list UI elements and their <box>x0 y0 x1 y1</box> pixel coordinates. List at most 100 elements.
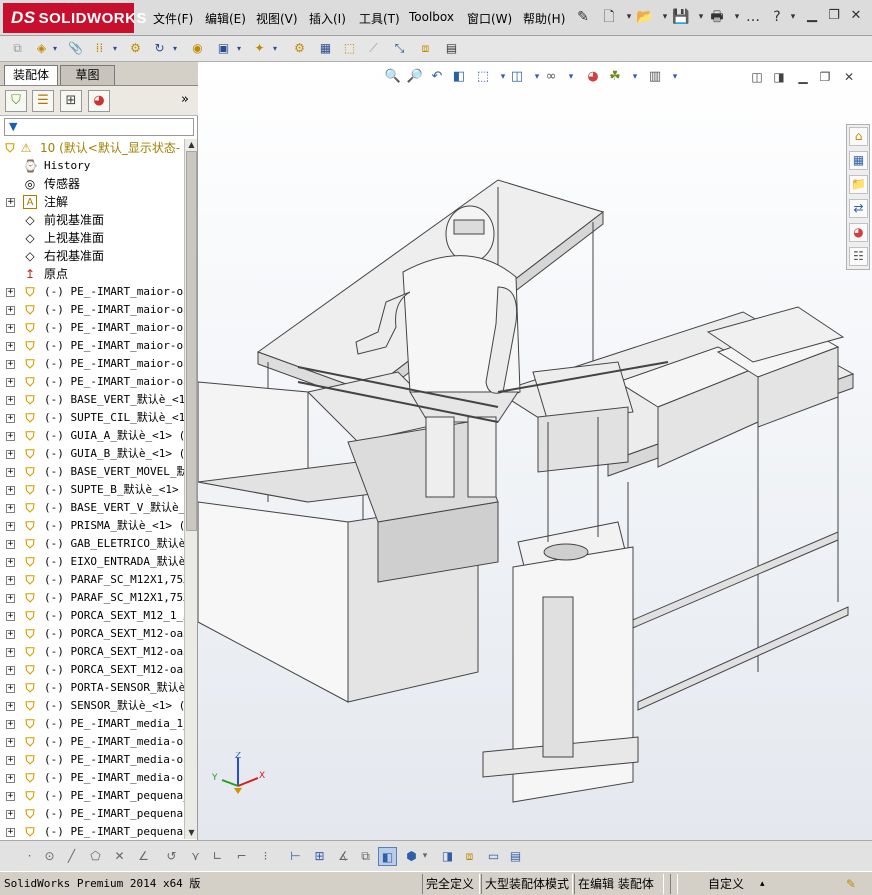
more-icon[interactable]: … <box>744 8 762 26</box>
expand-plus-icon[interactable]: + <box>6 306 15 315</box>
tree-component-row[interactable]: + ⛉ (-) PORCA_SEXT_M12-oa31 <box>0 625 184 643</box>
close-icon[interactable]: ✕ <box>848 8 864 24</box>
expand-plus-icon[interactable]: + <box>6 504 15 513</box>
mate-icon[interactable]: 📎 <box>66 39 85 58</box>
expand-plus-icon[interactable]: + <box>6 612 15 621</box>
apply-scene-icon[interactable]: ☘ <box>606 68 624 86</box>
interference-detection-icon[interactable]: ⤡ <box>390 39 409 58</box>
new-document-icon[interactable]: 🗋 <box>600 8 618 26</box>
move-component-icon[interactable]: ↻ <box>150 39 169 58</box>
tree-component-row[interactable]: + ⛉ (-) PE_-IMART_pequena_1 <box>0 787 184 805</box>
previous-view-icon[interactable]: ↶ <box>428 68 446 86</box>
home-icon[interactable]: ⌂ <box>849 127 868 146</box>
expand-plus-icon[interactable]: + <box>6 720 15 729</box>
expand-arrow-icon[interactable]: » <box>174 90 196 112</box>
tree-filter-input[interactable]: ▼ <box>4 118 194 136</box>
property-manager-icon[interactable]: ☰ <box>32 90 54 112</box>
tree-component-row[interactable]: + ⛉ (-) PE_-IMART_media-oa3 <box>0 733 184 751</box>
components-icon[interactable]: ⧈ <box>460 847 479 866</box>
display-style-icon[interactable]: ◫ <box>508 68 526 86</box>
tree-component-row[interactable]: + ⛉ (-) PE_-IMART_pequena-o <box>0 823 184 839</box>
appearances-icon[interactable]: ◕ <box>849 223 868 242</box>
view-settings-icon[interactable]: ▥ <box>646 68 664 86</box>
menu-insert[interactable]: 插入(I) <box>309 10 346 27</box>
status-large-assembly-mode[interactable]: 大型装配体模式 <box>485 876 569 892</box>
two-view-icon[interactable]: ▤ <box>506 847 525 866</box>
expand-plus-icon[interactable]: + <box>6 486 15 495</box>
menu-tools[interactable]: 工具(T) <box>359 10 400 27</box>
design-library-icon[interactable]: ▦ <box>849 151 868 170</box>
expand-plus-icon[interactable]: + <box>6 396 15 405</box>
bill-of-materials-icon[interactable]: ▦ <box>316 39 335 58</box>
zoom-to-fit-icon[interactable]: 🔍 <box>384 68 402 86</box>
menu-toolbox[interactable]: Toolbox <box>409 10 454 24</box>
tree-component-row[interactable]: + ⛉ (-) PE_-IMART_maior-oa2 <box>0 301 184 319</box>
expand-plus-icon[interactable]: + <box>6 378 15 387</box>
viewport-tile-icon[interactable]: ◫ <box>750 70 764 84</box>
tree-component-row[interactable]: + ⛉ (-) PE_-IMART_maior-oa2 <box>0 283 184 301</box>
explode-line-sketch-icon[interactable]: ⟋ <box>364 39 383 58</box>
scrollbar-thumb[interactable] <box>186 151 197 531</box>
chevron-down-icon[interactable]: ▾ <box>234 39 244 58</box>
viewport-close-icon[interactable]: ✕ <box>842 70 856 84</box>
print-icon[interactable]: 🖶 <box>708 8 726 26</box>
tree-feature-row[interactable]: ◇ 前视基准面 <box>0 211 184 229</box>
units-chevron-up-icon[interactable]: ▴ <box>760 876 765 892</box>
chevron-down-icon[interactable]: ▾ <box>270 39 280 58</box>
tree-component-row[interactable]: + ⛉ (-) GAB_ELETRICO_默认è_ <box>0 535 184 553</box>
new-motion-study-icon[interactable]: ⚙ <box>290 39 309 58</box>
show-hidden-icon[interactable]: ◉ <box>188 39 207 58</box>
expand-plus-icon[interactable]: + <box>6 576 15 585</box>
tree-component-row[interactable]: + ⛉ (-) PRISMA_默认è_<1> (默 <box>0 517 184 535</box>
chevron-down-icon[interactable]: ▾ <box>626 68 644 86</box>
expand-plus-icon[interactable]: + <box>6 342 15 351</box>
expand-plus-icon[interactable]: + <box>6 468 15 477</box>
menu-view[interactable]: 视图(V) <box>256 10 298 27</box>
configuration-manager-icon[interactable]: ⊞ <box>60 90 82 112</box>
expand-plus-icon[interactable]: + <box>6 774 15 783</box>
smart-fasteners-icon[interactable]: ⚙ <box>126 39 145 58</box>
expand-plus-icon[interactable]: + <box>6 810 15 819</box>
expand-plus-icon[interactable]: + <box>6 288 15 297</box>
menu-edit[interactable]: 编辑(E) <box>205 10 246 27</box>
tree-component-row[interactable]: + ⛉ (-) PARAF_SC_M12X1,75X6 <box>0 571 184 589</box>
file-explorer-icon[interactable]: 📁 <box>849 175 868 194</box>
single-view-icon[interactable]: ▭ <box>484 847 503 866</box>
assembly-features-icon[interactable]: ▣ <box>214 39 233 58</box>
tree-component-row[interactable]: + ⛉ (-) PORTA-SENSOR_默认è_ <box>0 679 184 697</box>
expand-plus-icon[interactable]: + <box>6 594 15 603</box>
tree-component-row[interactable]: + ⛉ (-) BASE_VERT_MOVEL_默认 <box>0 463 184 481</box>
mirror-icon[interactable]: ⋎ <box>186 847 205 866</box>
expand-plus-icon[interactable]: + <box>6 360 15 369</box>
tree-component-row[interactable]: + ⛉ (-) EIXO_ENTRADA_默认è_ <box>0 553 184 571</box>
tree-feature-row[interactable]: ◇ 右视基准面 <box>0 247 184 265</box>
expand-plus-icon[interactable]: + <box>6 828 15 837</box>
insert-components-icon[interactable]: ⧉ <box>8 39 27 58</box>
tree-component-row[interactable]: + ⛉ (-) PARAF_SC_M12X1,75X6 <box>0 589 184 607</box>
tree-component-row[interactable]: + ⛉ (-) PE_-IMART_maior-oa2 <box>0 319 184 337</box>
reference-geometry-icon[interactable]: ✦ <box>250 39 269 58</box>
tree-scrollbar[interactable]: ▲ ▼ <box>184 139 197 839</box>
expand-plus-icon[interactable]: + <box>6 522 15 531</box>
edit-appearance-icon[interactable]: ◕ <box>584 68 602 86</box>
chevron-down-icon[interactable]: ▾ <box>784 8 802 26</box>
chevron-down-icon[interactable]: ▾ <box>420 847 430 866</box>
dimension-icon[interactable]: ⊢ <box>286 847 305 866</box>
trim-icon[interactable]: ✕ <box>110 847 129 866</box>
circle-icon[interactable]: ⊙ <box>40 847 59 866</box>
tree-component-row[interactable]: + ⛉ (-) PORCA_SEXT_M12-oa33 <box>0 661 184 679</box>
tree-root[interactable]: ⛉ ⚠ 10 (默认<默认_显示状态- <box>0 139 184 157</box>
offset-icon[interactable]: ↺ <box>162 847 181 866</box>
scroll-down-icon[interactable]: ▼ <box>186 827 197 838</box>
new-part-icon[interactable]: ◈ <box>32 39 51 58</box>
fillet-icon[interactable]: ∟ <box>208 847 227 866</box>
tree-component-row[interactable]: + ⛉ (-) PORCA_SEXT_M12_1_默 <box>0 607 184 625</box>
angle-icon[interactable]: ∡ <box>334 847 353 866</box>
expand-plus-icon[interactable]: + <box>6 792 15 801</box>
tree-component-row[interactable]: + ⛉ (-) BASE_VERT_默认è_<1> <box>0 391 184 409</box>
chevron-down-icon[interactable]: ▾ <box>666 68 684 86</box>
tree-feature-row[interactable]: ◎ 传感器 <box>0 175 184 193</box>
section-view-icon[interactable]: ◧ <box>450 68 468 86</box>
clearance-verification-icon[interactable]: ⧈ <box>416 39 435 58</box>
tree-component-row[interactable]: + ⛉ (-) GUIA_A_默认è_<1> (默 <box>0 427 184 445</box>
